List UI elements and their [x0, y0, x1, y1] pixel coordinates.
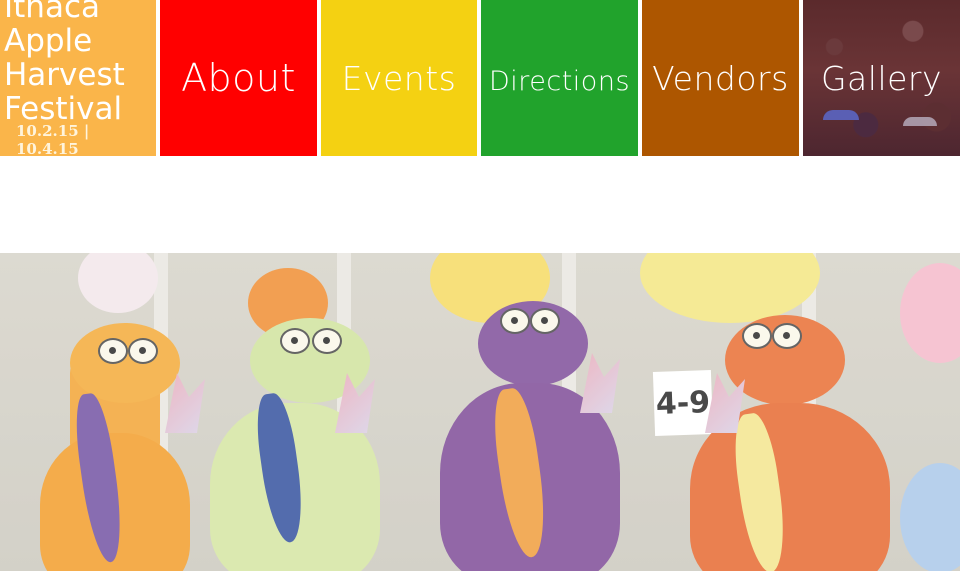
- tent-canopy-icon: [903, 117, 937, 126]
- nav-events[interactable]: Events: [321, 0, 477, 156]
- nav-vendors-label: Vendors: [652, 58, 789, 98]
- festival-logo[interactable]: Ithaca Apple Harvest Festival 10.2.15 | …: [0, 0, 156, 156]
- nav-gallery-label: Gallery: [820, 58, 943, 98]
- logo-line: Harvest: [4, 57, 125, 93]
- nav-gallery[interactable]: Gallery: [803, 0, 960, 156]
- nav-about-label: About: [181, 56, 296, 100]
- photo-overlay: [0, 253, 960, 571]
- logo-line: Ithaca: [4, 0, 100, 25]
- main-navigation: Ithaca Apple Harvest Festival 10.2.15 | …: [0, 0, 960, 156]
- logo-line: Festival: [4, 91, 123, 127]
- hero-photo-plush-dragons: 4-9: [0, 253, 960, 571]
- nav-directions-label: Directions: [488, 65, 631, 97]
- festival-dates: 10.2.15 | 10.4.15: [16, 122, 90, 156]
- nav-vendors[interactable]: Vendors: [642, 0, 799, 156]
- logo-line: Apple: [4, 23, 93, 59]
- nav-about[interactable]: About: [160, 0, 317, 156]
- tent-canopy-icon: [823, 110, 859, 120]
- nav-events-label: Events: [341, 58, 457, 98]
- nav-directions[interactable]: Directions: [481, 0, 638, 156]
